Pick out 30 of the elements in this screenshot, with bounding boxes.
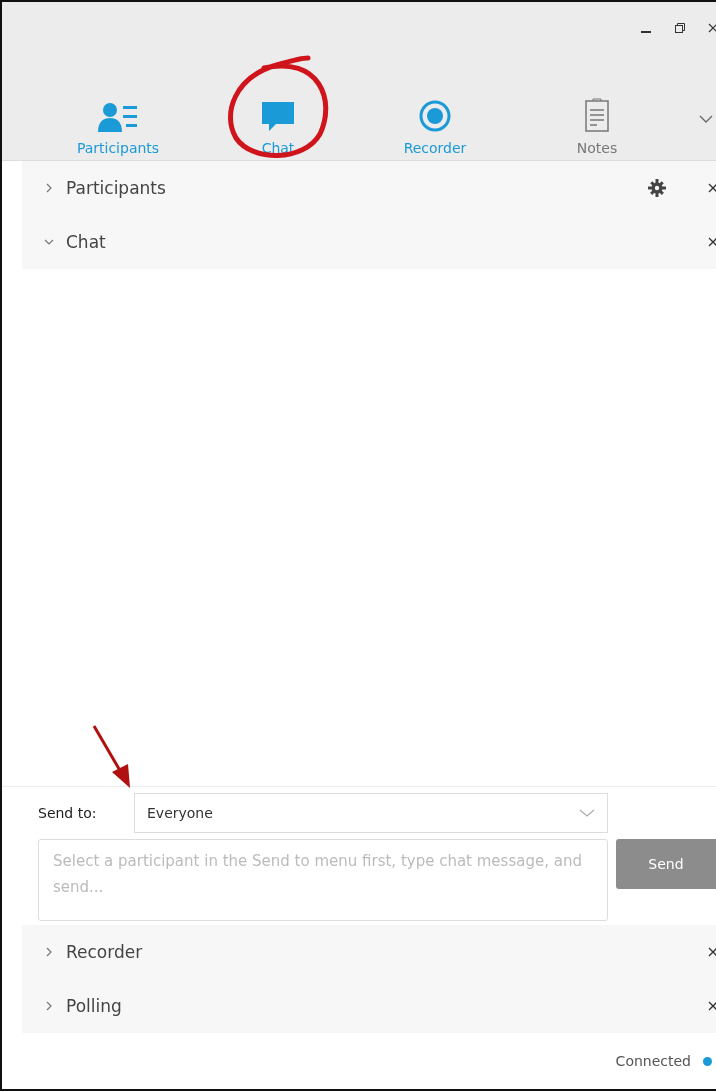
close-icon[interactable] (708, 182, 716, 194)
person-list-icon (98, 102, 138, 132)
tab[interactable]: Notes (537, 98, 657, 160)
close-icon[interactable] (708, 236, 716, 248)
send-to-dropdown[interactable]: Everyone (134, 793, 608, 833)
panel-header[interactable]: Recorder (22, 925, 716, 979)
panel-header[interactable]: Chat (22, 215, 716, 269)
chevron-right-icon (44, 183, 54, 193)
chevron-right-icon (44, 1001, 54, 1011)
caret-icon (579, 808, 595, 818)
message-field[interactable]: Select a participant in the Send to menu first, type chat message, and send... (38, 839, 608, 921)
chevron-down-icon (44, 237, 54, 247)
restore-icon[interactable] (674, 22, 686, 34)
panel-title: Recorder (66, 942, 143, 962)
notepad-icon (585, 98, 609, 132)
close-icon[interactable] (708, 22, 716, 34)
panel-title: Polling (66, 996, 122, 1016)
send-to-label: Send to: (38, 805, 98, 821)
caret-icon[interactable] (699, 114, 713, 124)
record-icon (419, 100, 451, 132)
panel-title: Chat (66, 232, 106, 252)
speech-bubble-icon (262, 102, 294, 132)
close-icon[interactable] (708, 1000, 716, 1012)
status-text: Connected (615, 1053, 691, 1069)
panel-title: Participants (66, 178, 166, 198)
panel-header[interactable]: Participants (22, 161, 716, 215)
close-icon[interactable] (708, 946, 716, 958)
settings-icon[interactable] (648, 179, 666, 197)
panel-header[interactable]: Polling (22, 979, 716, 1033)
chevron-right-icon (44, 947, 54, 957)
